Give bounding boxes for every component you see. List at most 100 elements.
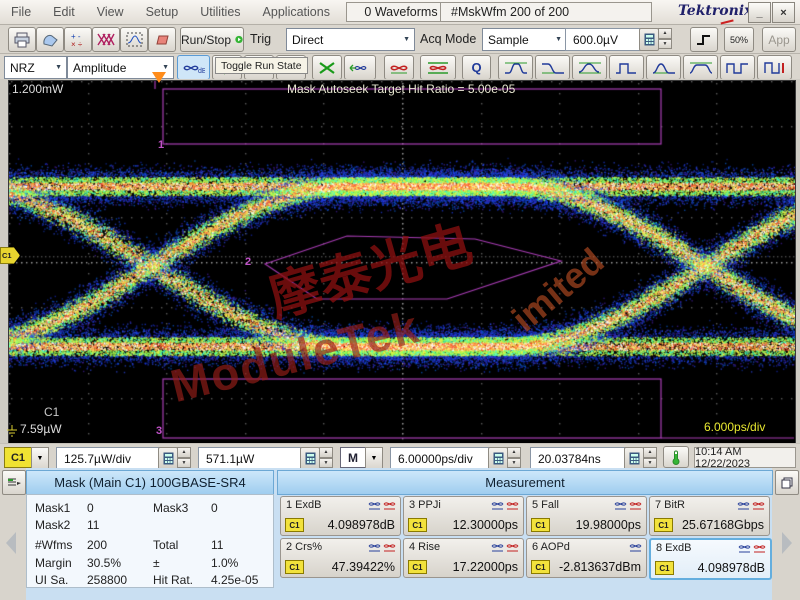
channel-select-arrow[interactable]: ▼ — [31, 447, 49, 470]
measurement-cell-4[interactable]: 4 Rise C1 17.22000ps — [403, 538, 524, 578]
eye-stat-icon[interactable] — [368, 541, 381, 552]
meas-duty-button[interactable] — [720, 55, 755, 80]
eye-recall-button[interactable] — [344, 55, 376, 80]
mask-test-icon — [97, 33, 115, 46]
print-button[interactable] — [8, 27, 36, 52]
keypad-button[interactable] — [639, 28, 659, 51]
mask-hits-button[interactable] — [384, 55, 414, 80]
trigger-slope-button[interactable] — [690, 27, 718, 52]
measurement-cell-7[interactable]: 7 BitR C1 25.67168Gbps — [649, 496, 770, 536]
mask-hits-icon[interactable] — [753, 542, 766, 553]
measurement-cell-2[interactable]: 2 Crs% C1 47.39422% — [280, 538, 401, 578]
horizontal-scale-stepper[interactable]: ▲ ▼ — [507, 447, 521, 468]
mask1-label: 1 — [158, 139, 165, 151]
mask-test-button[interactable] — [92, 27, 120, 52]
measurement-toolbar: NRZ ▼ Amplitude ▼ dB Q — [0, 54, 800, 80]
menu-view[interactable]: View — [86, 5, 135, 19]
meas-bitrate-button[interactable] — [757, 55, 792, 80]
clear-data-button[interactable] — [148, 27, 176, 52]
horizontal-position-stepper[interactable]: ▲ ▼ — [643, 447, 657, 468]
measurement-value: 4.098978dB — [697, 561, 765, 575]
stat-value: 200 — [87, 538, 108, 552]
scroll-left-button[interactable] — [6, 532, 16, 554]
eye-db-button[interactable]: dB — [177, 55, 210, 80]
eye-stat-icon[interactable] — [491, 541, 504, 552]
eye-stat-icon[interactable] — [629, 541, 642, 552]
eye-stat-icon[interactable] — [737, 499, 750, 510]
vertical-scale-field[interactable]: 125.7µW/div — [56, 447, 165, 470]
timebase-select-arrow[interactable]: ▼ — [365, 447, 383, 470]
measurement-cell-6[interactable]: 6 AOPd C1 -2.813637dBm — [526, 538, 647, 578]
keypad-button[interactable] — [624, 447, 644, 470]
measurement-value: 12.30000ps — [452, 518, 518, 532]
close-button[interactable]: × — [772, 2, 795, 23]
waveform-select-button[interactable] — [120, 27, 148, 52]
mask-setup-button[interactable] — [2, 470, 26, 495]
signal-type-select[interactable]: NRZ ▼ — [4, 56, 67, 79]
cross-wave-icon — [578, 62, 601, 73]
measurement-cell-8[interactable]: 8 ExdB C1 4.098978dB — [649, 538, 772, 580]
app-button[interactable]: App — [762, 27, 796, 52]
trigger-position-marker[interactable] — [152, 72, 166, 83]
tooltip: Toggle Run State — [215, 57, 308, 74]
measurement-value: 47.39422% — [331, 560, 395, 574]
eraser-icon — [155, 35, 169, 44]
keypad-button[interactable] — [158, 447, 178, 470]
menu-edit[interactable]: Edit — [42, 5, 86, 19]
vertical-offset-field[interactable]: 571.1µW — [198, 447, 307, 470]
trigger-source-select[interactable]: Direct ▼ — [286, 28, 415, 51]
meas-amplitude-button[interactable] — [646, 55, 681, 80]
math-button[interactable]: + - × ÷ — [64, 27, 92, 52]
eye-stat-icon[interactable] — [614, 499, 627, 510]
meas-width-button[interactable] — [683, 55, 718, 80]
mask-hits-icon[interactable] — [383, 541, 396, 552]
measurement-cell-5[interactable]: 5 Fall C1 19.98000ps — [526, 496, 647, 536]
channel-select-badge[interactable]: C1 — [4, 447, 32, 468]
meas-rise-fall-button[interactable] — [498, 55, 533, 80]
vertical-offset-stepper[interactable]: ▲ ▼ — [319, 447, 333, 468]
measurement-popup-button[interactable] — [775, 470, 799, 495]
mask-margin-button[interactable] — [420, 55, 456, 80]
eye-stat-icon[interactable] — [491, 499, 504, 510]
keypad-button[interactable] — [488, 447, 508, 470]
mask-hits-icon[interactable] — [383, 499, 396, 510]
trigger-level-stepper[interactable]: ▲ ▼ — [658, 28, 672, 49]
horizontal-scale-field[interactable]: 6.00000ps/div — [390, 447, 495, 470]
menu-setup[interactable]: Setup — [135, 5, 190, 19]
mask-hits-icon[interactable] — [752, 499, 765, 510]
meas-period-button[interactable] — [609, 55, 644, 80]
meas-cross-button[interactable] — [572, 55, 607, 80]
timebase-select-badge[interactable]: M — [340, 447, 366, 468]
measurement-cell-1[interactable]: 1 ExdB C1 4.098978dB — [280, 496, 401, 536]
mask-hits-icon[interactable] — [629, 499, 642, 510]
mask-hits-icon[interactable] — [506, 541, 519, 552]
menu-file[interactable]: File — [0, 5, 42, 19]
bit-window-icon — [763, 61, 784, 74]
eye-stat-icon[interactable] — [738, 542, 751, 553]
acq-mode-select[interactable]: Sample ▼ — [482, 28, 567, 51]
temperature-button[interactable] — [663, 446, 689, 468]
mask-panel-header[interactable]: Mask (Main C1) 100GBASE-SR4 — [26, 470, 274, 495]
trigger-source-value: Direct — [292, 32, 324, 47]
horizontal-position-field[interactable]: 20.03784ns — [530, 447, 631, 470]
q-factor-button[interactable]: Q — [462, 55, 491, 80]
run-stop-button[interactable]: Run/Stop — [180, 27, 244, 52]
scroll-right-button[interactable] — [782, 532, 792, 554]
mask-hits-icon[interactable] — [506, 499, 519, 510]
vertical-scale-stepper[interactable]: ▲ ▼ — [177, 447, 191, 468]
eye-autoset-button[interactable] — [312, 55, 342, 80]
minimize-button[interactable]: _ — [748, 2, 771, 23]
meas-fall-button[interactable] — [535, 55, 570, 80]
menu-utilities[interactable]: Utilities — [189, 5, 251, 19]
measurement-cell-3[interactable]: 3 PPJi C1 12.30000ps — [403, 496, 524, 536]
set-50-percent-button[interactable]: 50% — [724, 27, 754, 52]
touch-button[interactable] — [36, 27, 64, 52]
trigger-level-field[interactable]: 600.0µV — [565, 28, 646, 51]
measurement-panel-header[interactable]: Measurement — [277, 470, 773, 495]
eye-stat-icon[interactable] — [368, 499, 381, 510]
measurement-value: -2.813637dBm — [558, 560, 641, 574]
menu-applications[interactable]: Applications — [252, 5, 341, 19]
keypad-button[interactable] — [300, 447, 320, 470]
main-toolbar: + - × ÷ Run/Stop Trig Direct ▼ Acq Mode S… — [0, 25, 800, 54]
measurement-value: 4.098978dB — [327, 518, 395, 532]
